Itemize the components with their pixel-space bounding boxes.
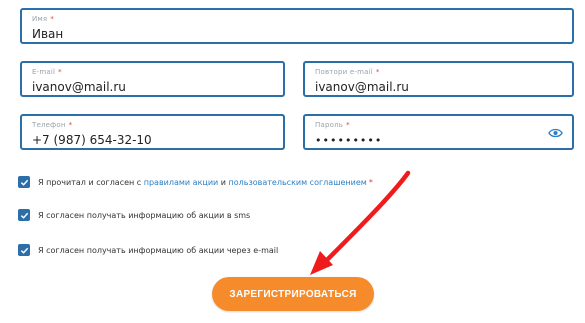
name-label: Имя * xyxy=(32,15,55,23)
password-field[interactable]: Пароль * ••••••••• xyxy=(303,114,574,150)
consent-rules-checkbox[interactable] xyxy=(18,176,30,188)
consent-sms-checkbox[interactable] xyxy=(18,209,30,221)
check-icon xyxy=(20,212,28,219)
email-field[interactable]: E-mail * ivanov@mail.ru xyxy=(20,61,285,97)
consent-email-checkbox[interactable] xyxy=(18,244,30,256)
consent-sms-row[interactable]: Я согласен получать информацию об акции … xyxy=(18,208,250,222)
eye-icon[interactable] xyxy=(548,126,563,138)
phone-value: +7 (987) 654-32-10 xyxy=(32,133,152,147)
phone-label: Телефон * xyxy=(32,121,73,129)
email-label: E-mail * xyxy=(32,68,62,76)
rules-link[interactable]: правилами акции xyxy=(144,178,219,187)
annotation-arrow-icon xyxy=(310,170,411,275)
consent-email-row[interactable]: Я согласен получать информацию об акции … xyxy=(18,243,278,257)
check-icon xyxy=(20,179,28,186)
phone-field[interactable]: Телефон * +7 (987) 654-32-10 xyxy=(20,114,285,150)
email-repeat-field[interactable]: Повтори e-mail * ivanov@mail.ru xyxy=(303,61,574,97)
email-repeat-value: ivanov@mail.ru xyxy=(315,80,409,94)
name-field[interactable]: Имя * Иван xyxy=(20,8,574,44)
password-value: ••••••••• xyxy=(315,134,383,147)
check-icon xyxy=(20,247,28,254)
email-value: ivanov@mail.ru xyxy=(32,80,126,94)
consent-email-text: Я согласен получать информацию об акции … xyxy=(38,245,279,255)
consent-sms-text: Я согласен получать информацию об акции … xyxy=(38,210,251,220)
name-value: Иван xyxy=(32,27,64,41)
email-repeat-label: Повтори e-mail * xyxy=(315,68,380,76)
password-label: Пароль * xyxy=(315,121,350,129)
